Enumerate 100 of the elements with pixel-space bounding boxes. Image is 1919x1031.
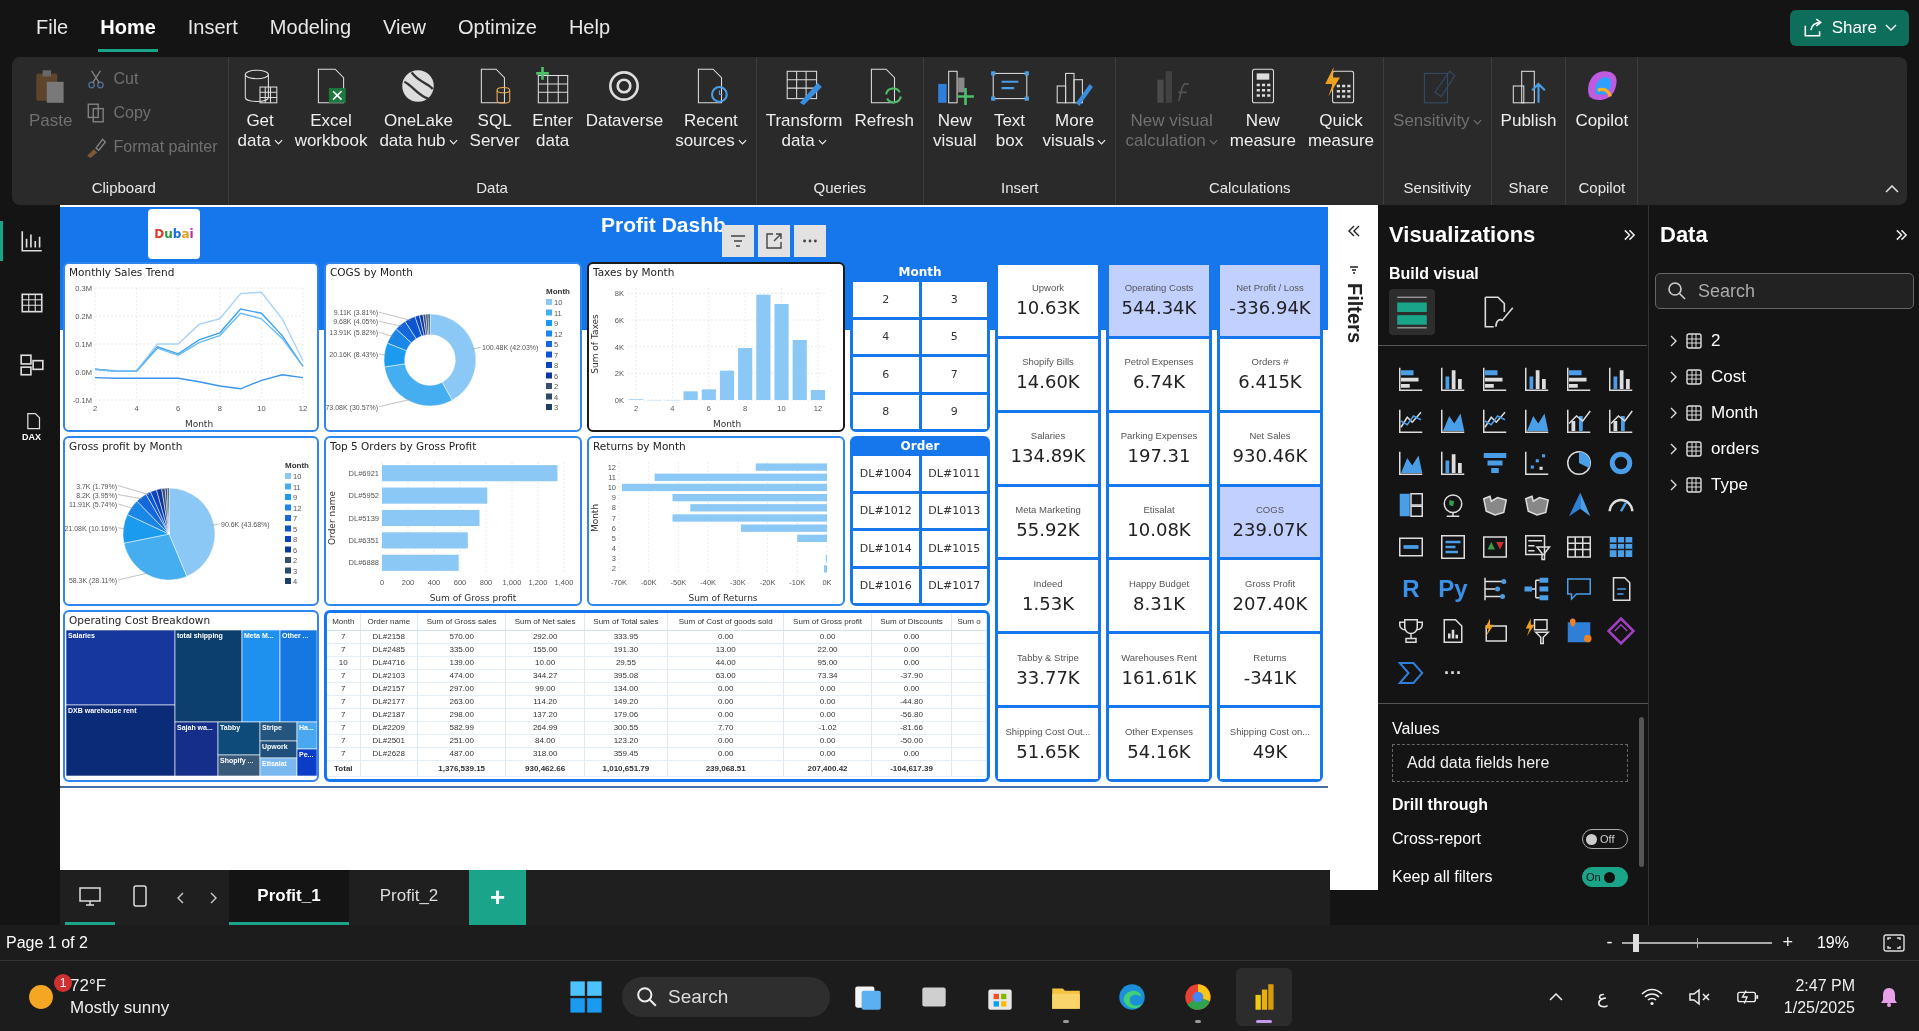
card-label: Gross Profit [1244,577,1296,589]
table-cell-text: 570.00 [448,631,475,643]
card-label: COGS [1256,504,1284,515]
column-header[interactable]: Sum of Gross profit [783,613,872,631]
ribbon-button[interactable]: Get data [234,63,286,151]
menu-tab[interactable]: Help [566,6,613,52]
clock-date[interactable]: 1/25/2025 [1783,996,1855,1019]
slicer-option[interactable]: DL#1015 [921,531,987,566]
nav-button[interactable]: DAX [0,407,60,447]
ribbon-button[interactable]: More visuals [1039,63,1110,151]
menu-tab[interactable]: View [381,6,428,52]
pane-title: Visualizations [1389,222,1536,248]
card-label: Meta Marketing [1015,504,1081,515]
slicer-option[interactable]: 5 [921,319,987,354]
card-label: Other Expenses [1124,725,1194,737]
table-cell-text: DL#2157 [371,683,406,695]
total-cell-text: 239,068.51 [704,762,747,775]
section-title: Drill through [1392,796,1489,814]
table-cell-text: 0.00 [902,631,921,643]
table-cell-text: 0.00 [818,748,837,760]
table-cell-text: 0.00 [716,709,735,721]
slicer-option[interactable]: 4 [853,319,919,354]
axis-title: Month [712,419,742,429]
slicer-option[interactable]: DL#1017 [921,568,987,603]
table-cell-text: 149.20 [612,696,640,708]
table-item[interactable]: orders [1649,431,1919,467]
table-item[interactable]: Month [1649,395,1919,431]
search-field[interactable]: Search [622,976,830,1017]
table-cell-text: 7 [340,748,347,760]
ribbon-button[interactable]: Dataverse [582,63,667,131]
table-cell-text: 137.20 [531,709,559,721]
card-label: Operating Costs [1124,282,1194,294]
column-header[interactable]: Sum o [951,613,987,631]
menu-tab[interactable]: Optimize [456,6,539,52]
menu-tab[interactable]: File [34,6,71,52]
page-tab[interactable]: Profit_2 [349,870,469,925]
ribbon-button[interactable]: Enter data [528,63,577,151]
zoom-in-button[interactable]: + [1782,932,1793,953]
keyboard-language[interactable]: ع [1596,985,1608,1008]
ribbon-button[interactable]: Recent sources [672,63,750,151]
share-button[interactable]: Share [1789,9,1909,46]
table-cell-text: 155.00 [531,644,559,656]
ribbon-button[interactable]: OneLake data hub [376,63,461,151]
ribbon-button[interactable]: SQL Server [466,63,523,151]
card-value: -336.94K [1229,297,1311,319]
ribbon-button[interactable]: Publish [1497,63,1560,131]
visual-type-button[interactable]: ··· [1432,652,1474,694]
column-header[interactable]: Sum of Gross sales [417,613,506,631]
card-value: -341K [1243,666,1297,688]
column-header[interactable]: Sum of Cost of goods sold [667,613,784,631]
drop-field[interactable]: Add data fields here [1392,744,1628,782]
toggle-switch[interactable]: On [1582,867,1628,887]
column-header[interactable]: Sum of Net sales [505,613,585,631]
column-header[interactable]: Sum of Discounts [871,613,952,631]
menu-tab[interactable]: Modeling [267,6,353,52]
table-cell-text: 84.00 [534,735,557,747]
column-header[interactable]: Month [327,613,361,631]
table-item[interactable]: Type [1649,467,1919,503]
menu-tab[interactable]: Home [98,6,158,52]
column-header[interactable]: Order name [360,613,418,631]
page-tab[interactable]: Profit_1 [229,870,349,925]
slicer-option[interactable]: 6 [853,357,919,392]
ribbon-button[interactable]: Quick measure [1304,63,1378,151]
ribbon-button[interactable]: New visual [930,63,980,151]
menu-tab[interactable]: Insert [185,6,240,52]
visual-type-button[interactable]: Py [1432,568,1474,610]
search-field[interactable]: Search [1655,273,1914,309]
clock-time[interactable]: 2:47 PM [1795,974,1855,997]
slicer-option[interactable]: 3 [921,282,987,317]
slicer-option[interactable]: DL#1004 [853,456,919,491]
table-cell-text: 297.00 [448,683,475,695]
table-cell-text: 251.00 [448,735,475,747]
slicer-option[interactable]: 8 [853,394,919,429]
visual-type-button[interactable]: R [1390,568,1432,610]
filters-title[interactable]: Filters [1342,283,1366,344]
card-label: Happy Budget [1128,577,1190,589]
total-cell-text: 1,376,539.15 [437,762,487,775]
slicer-option[interactable]: DL#1014 [853,531,919,566]
zoom-out-button[interactable]: - [1606,932,1613,953]
slicer-option[interactable]: 9 [921,394,987,429]
slicer-option[interactable]: DL#1013 [921,493,987,528]
ribbon-button[interactable]: Text box [985,63,1034,151]
slicer-option[interactable]: 2 [853,282,919,317]
slicer-option[interactable]: DL#1011 [921,456,987,491]
table-item[interactable]: Cost [1649,359,1919,395]
column-header[interactable]: Sum of Total sales [584,613,668,631]
ribbon-button[interactable]: Refresh [851,63,918,131]
slicer-option[interactable]: DL#1016 [853,568,919,603]
table-cell-text: 335.00 [448,644,475,656]
table-item[interactable]: 2 [1649,323,1919,359]
table-cell-text: 0.00 [818,631,837,643]
ribbon-button[interactable]: Excel workbook [291,63,371,151]
ribbon-button[interactable]: Copilot [1572,63,1632,131]
slicer-option[interactable]: DL#1012 [853,493,919,528]
table-cell-text: 10 [337,657,349,669]
slicer-option[interactable]: 7 [921,357,987,392]
card-label: Shipping Cost on... [1229,725,1311,737]
ribbon-button[interactable]: New measure [1226,63,1299,151]
ribbon-button[interactable]: Transform data [762,63,846,151]
chart-title: Returns by Month [592,439,687,454]
